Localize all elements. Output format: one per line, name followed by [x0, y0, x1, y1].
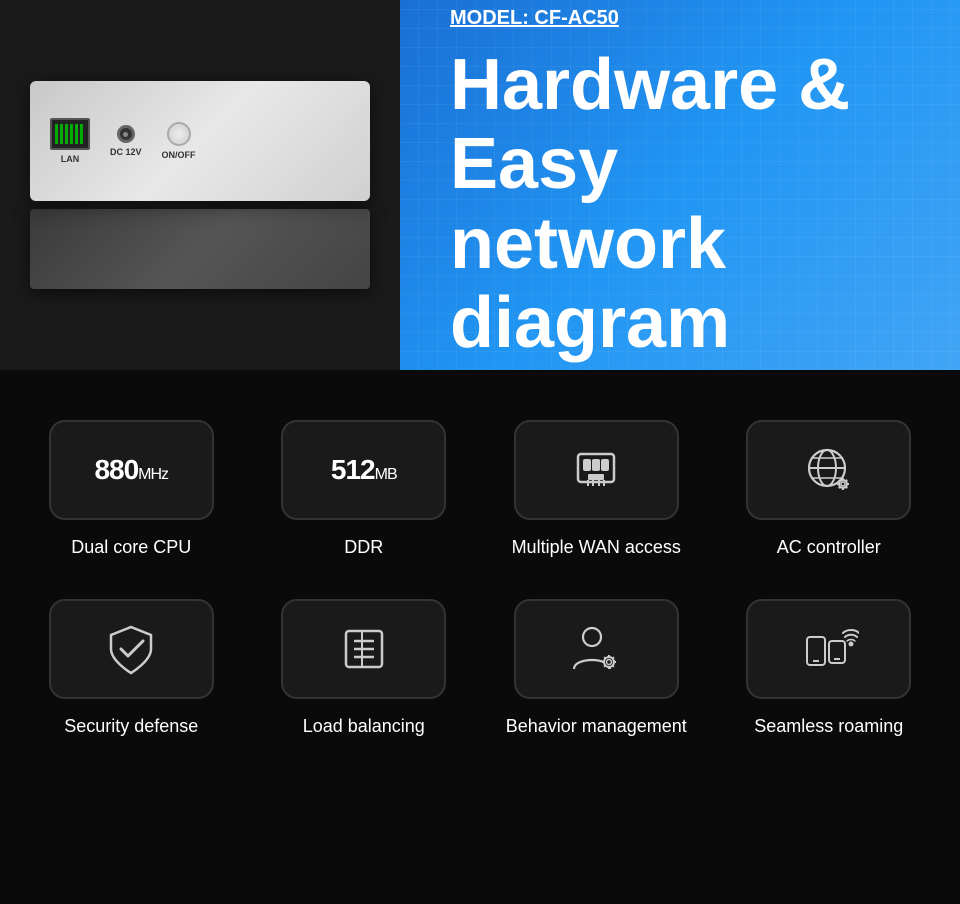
feature-wan: Multiple WAN access	[495, 420, 698, 559]
feature-load: Load balancing	[263, 599, 466, 738]
wan-label: Multiple WAN access	[512, 536, 681, 559]
device-image: LAN DC 12V ON/OFF	[0, 0, 400, 370]
cpu-label: Dual core CPU	[71, 536, 191, 559]
wan-icon-box	[514, 420, 679, 520]
features-row1: 880MHz Dual core CPU 512MB DDR	[30, 420, 930, 559]
load-icon-box	[281, 599, 446, 699]
feature-ac: AC controller	[728, 420, 931, 559]
port-power: ON/OFF	[162, 122, 196, 160]
dc-port	[117, 125, 135, 143]
cpu-icon-box: 880MHz	[49, 420, 214, 520]
mobile-wifi-icon	[799, 619, 859, 679]
device-body: LAN DC 12V ON/OFF	[30, 81, 370, 201]
globe-gear-icon	[799, 440, 859, 500]
model-label: MODEL: CF-AC50	[450, 7, 910, 30]
feature-roaming: Seamless roaming	[728, 599, 931, 738]
port-power-label: ON/OFF	[162, 150, 196, 160]
hero-title: Hardware & Easy network diagram	[450, 46, 910, 363]
shield-check-icon	[101, 619, 161, 679]
port-dc-label: DC 12V	[110, 147, 142, 157]
user-gear-icon	[566, 619, 626, 679]
ram-label: DDR	[344, 536, 383, 559]
security-icon-box	[49, 599, 214, 699]
power-button	[167, 122, 191, 146]
features-section: 880MHz Dual core CPU 512MB DDR	[0, 370, 960, 769]
wan-icon	[566, 440, 626, 500]
feature-cpu: 880MHz Dual core CPU	[30, 420, 233, 559]
ac-icon-box	[746, 420, 911, 520]
port-dc: DC 12V	[110, 125, 142, 157]
hero-section: MODEL: CF-AC50 Hardware & Easy network d…	[400, 0, 960, 370]
port-lan-label: LAN	[61, 154, 80, 164]
feature-security: Security defense	[30, 599, 233, 738]
top-section: LAN DC 12V ON/OFF MODEL: CF-AC50 Hardwar…	[0, 0, 960, 370]
ac-label: AC controller	[777, 536, 881, 559]
roaming-icon-box	[746, 599, 911, 699]
cpu-value: 880MHz	[94, 454, 168, 486]
features-row2: Security defense Load balancing	[30, 599, 930, 738]
ram-value: 512MB	[331, 454, 397, 486]
ram-icon-box: 512MB	[281, 420, 446, 520]
port-lan: LAN	[50, 118, 90, 164]
roaming-label: Seamless roaming	[754, 715, 903, 738]
load-label: Load balancing	[303, 715, 425, 738]
behavior-label: Behavior management	[506, 715, 687, 738]
rj45-port	[50, 118, 90, 150]
behavior-icon-box	[514, 599, 679, 699]
security-label: Security defense	[64, 715, 198, 738]
device-body-lower	[30, 209, 370, 289]
feature-behavior: Behavior management	[495, 599, 698, 738]
list-icon	[334, 619, 394, 679]
feature-ram: 512MB DDR	[263, 420, 466, 559]
